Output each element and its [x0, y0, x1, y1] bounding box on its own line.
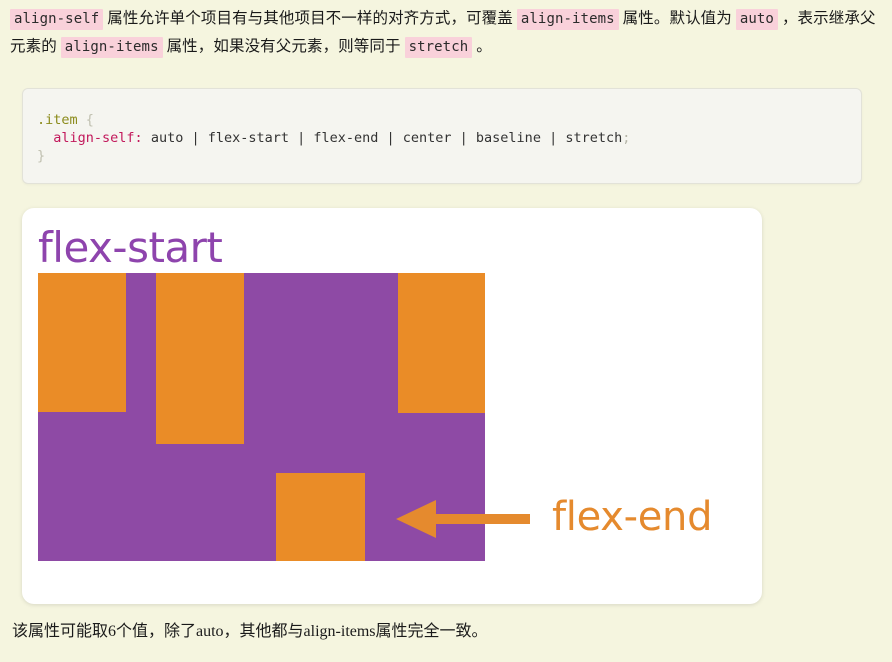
flex-item-2: [156, 273, 244, 444]
code-line-2: align-self: auto | flex-start | flex-end…: [37, 129, 861, 147]
flex-item-1: [38, 273, 126, 412]
code-chip-auto: auto: [735, 9, 778, 30]
intro-text-5: 。: [472, 38, 492, 55]
code-chip-align-self: align-self: [10, 9, 104, 30]
code-chip-align-items-2: align-items: [60, 37, 163, 58]
code-values: auto | flex-start | flex-end | center | …: [150, 130, 623, 146]
code-line-3: }: [37, 147, 861, 165]
intro-text-2: 属性。默认值为: [618, 10, 736, 27]
code-property: align-self:: [53, 130, 143, 146]
intro-text-4: 属性，如果没有父元素，则等同于: [162, 38, 405, 55]
code-semicolon: ;: [622, 130, 631, 146]
code-selector: .item: [37, 112, 78, 128]
flex-end-arrow-icon: [396, 500, 530, 538]
code-chip-align-items-1: align-items: [516, 9, 619, 30]
footer-note: 该属性可能取6个值，除了auto，其他都与align-items属性完全一致。: [12, 623, 488, 640]
label-flex-end: flex-end: [552, 494, 713, 540]
code-line-1: .item {: [37, 111, 861, 129]
css-code-block: .item { align-self: auto | flex-start | …: [22, 88, 862, 184]
intro-paragraph: align-self 属性允许单个项目有与其他项目不一样的对齐方式，可覆盖 al…: [10, 5, 882, 61]
intro-text-1: 属性允许单个项目有与其他项目不一样的对齐方式，可覆盖: [103, 10, 517, 27]
flex-item-3: [276, 473, 365, 561]
code-chip-stretch: stretch: [404, 37, 473, 58]
code-open-brace: {: [85, 112, 94, 128]
flex-item-4: [398, 273, 485, 413]
label-flex-start: flex-start: [38, 223, 223, 272]
code-close-brace: }: [37, 148, 46, 164]
